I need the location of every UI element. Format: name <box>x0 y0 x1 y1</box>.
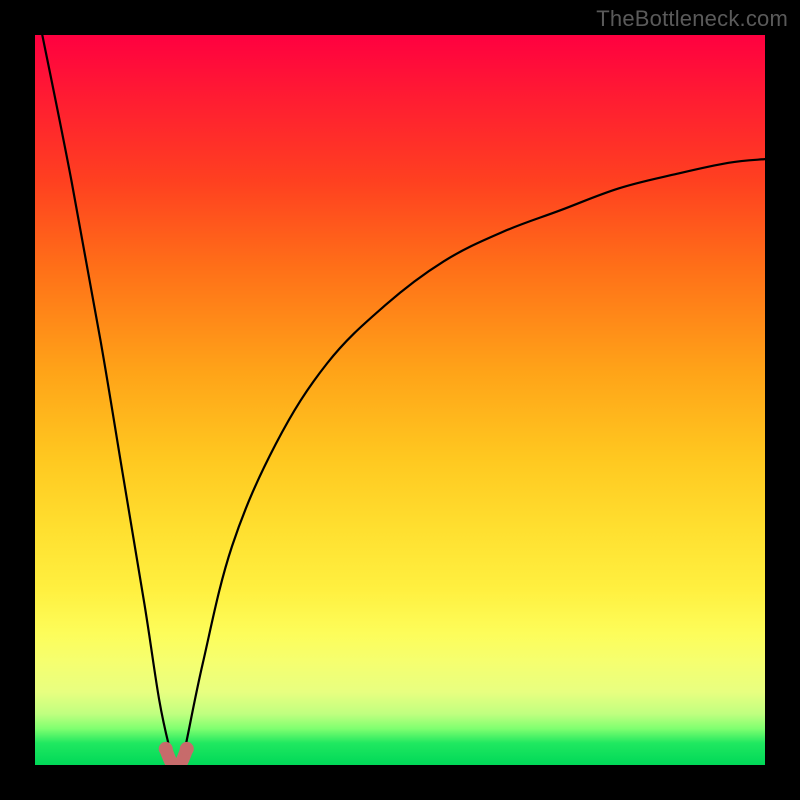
watermark-text: TheBottleneck.com <box>596 6 788 32</box>
chart-plot-area <box>35 35 765 765</box>
chart-frame: TheBottleneck.com <box>0 0 800 800</box>
